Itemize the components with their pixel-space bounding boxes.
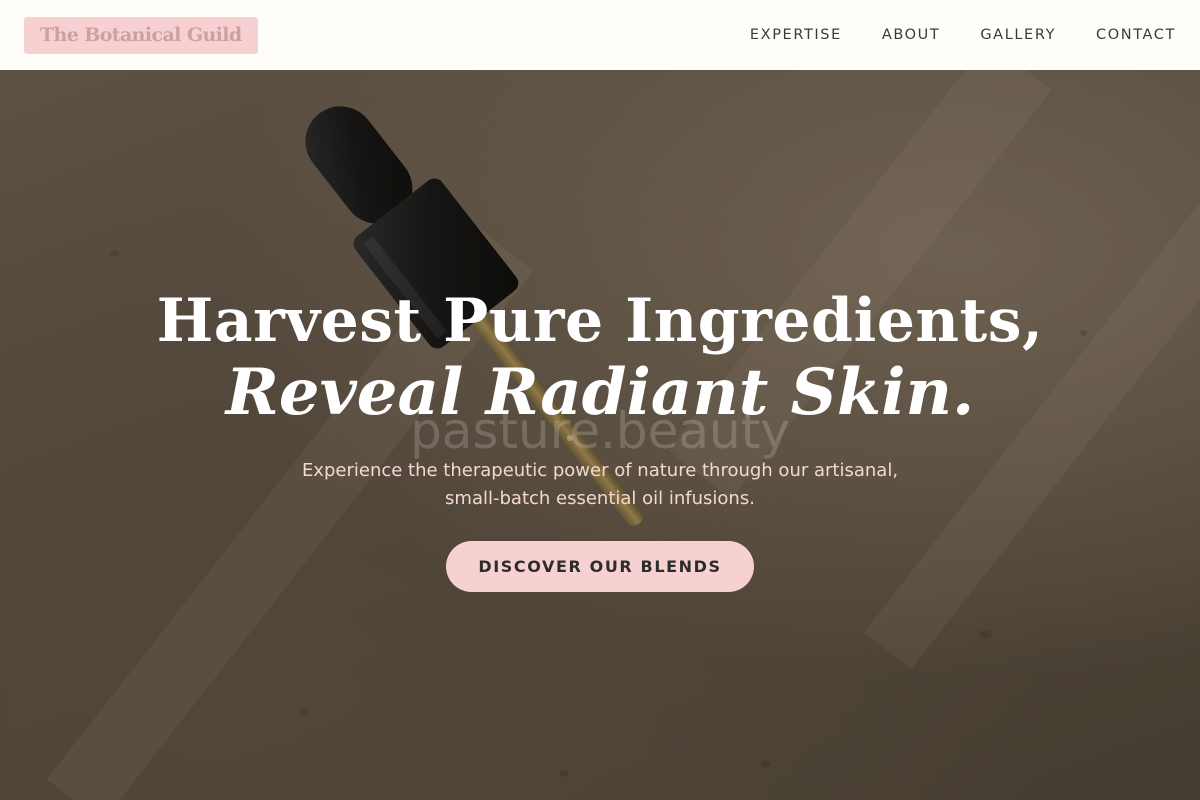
hero-headline: Harvest Pure Ingredients, Reveal Radiant… bbox=[0, 285, 1200, 429]
hero-subtext-line-1: Experience the therapeutic power of natu… bbox=[301, 460, 899, 481]
discover-blends-button[interactable]: DISCOVER OUR BLENDS bbox=[446, 541, 754, 592]
site-header: The Botanical Guild EXPERTISE ABOUT GALL… bbox=[0, 0, 1200, 70]
nav-link-expertise[interactable]: EXPERTISE bbox=[750, 27, 842, 43]
hero-subtext-line-2: small-batch essential oil infusions. bbox=[445, 488, 755, 509]
main-nav: EXPERTISE ABOUT GALLERY CONTACT bbox=[710, 27, 1176, 43]
nav-link-gallery[interactable]: GALLERY bbox=[980, 27, 1056, 43]
hero-headline-line-2: Reveal Radiant Skin. bbox=[225, 355, 975, 430]
hero-content: Harvest Pure Ingredients, Reveal Radiant… bbox=[0, 285, 1200, 592]
hero-section: pasture.beauty Harvest Pure Ingredients,… bbox=[0, 70, 1200, 800]
hero-subtext: Experience the therapeutic power of natu… bbox=[0, 457, 1200, 513]
hero-headline-line-1: Harvest Pure Ingredients, bbox=[156, 286, 1044, 356]
nav-link-about[interactable]: ABOUT bbox=[882, 27, 941, 43]
brand-logo[interactable]: The Botanical Guild bbox=[24, 16, 258, 54]
nav-link-contact[interactable]: CONTACT bbox=[1096, 27, 1176, 43]
